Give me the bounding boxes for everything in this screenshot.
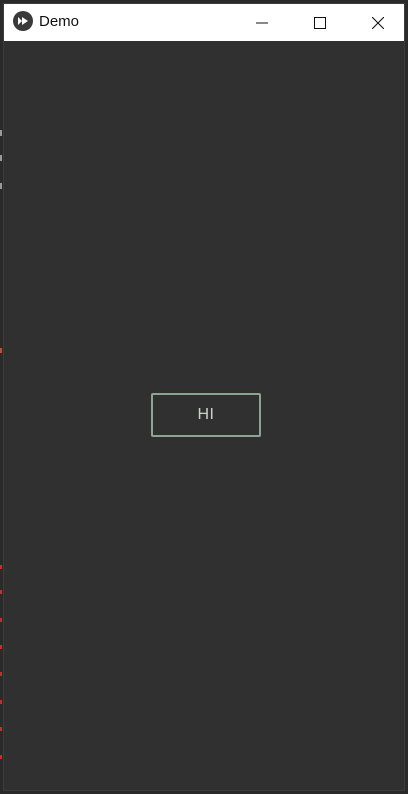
minimize-icon bbox=[256, 22, 268, 23]
close-button[interactable] bbox=[349, 4, 404, 41]
window-title: Demo bbox=[39, 13, 80, 30]
app-window: Demo HI bbox=[3, 3, 405, 791]
maximize-button[interactable] bbox=[291, 4, 349, 41]
kivy-logo-icon bbox=[13, 11, 33, 31]
hi-button[interactable]: HI bbox=[151, 393, 261, 437]
app-canvas: HI bbox=[4, 41, 404, 790]
desktop-edge-marks bbox=[0, 130, 2, 759]
maximize-icon bbox=[314, 16, 326, 29]
title-bar[interactable]: Demo bbox=[4, 4, 404, 41]
hi-button-label: HI bbox=[197, 406, 215, 423]
minimize-button[interactable] bbox=[233, 4, 291, 41]
close-icon bbox=[372, 16, 384, 29]
